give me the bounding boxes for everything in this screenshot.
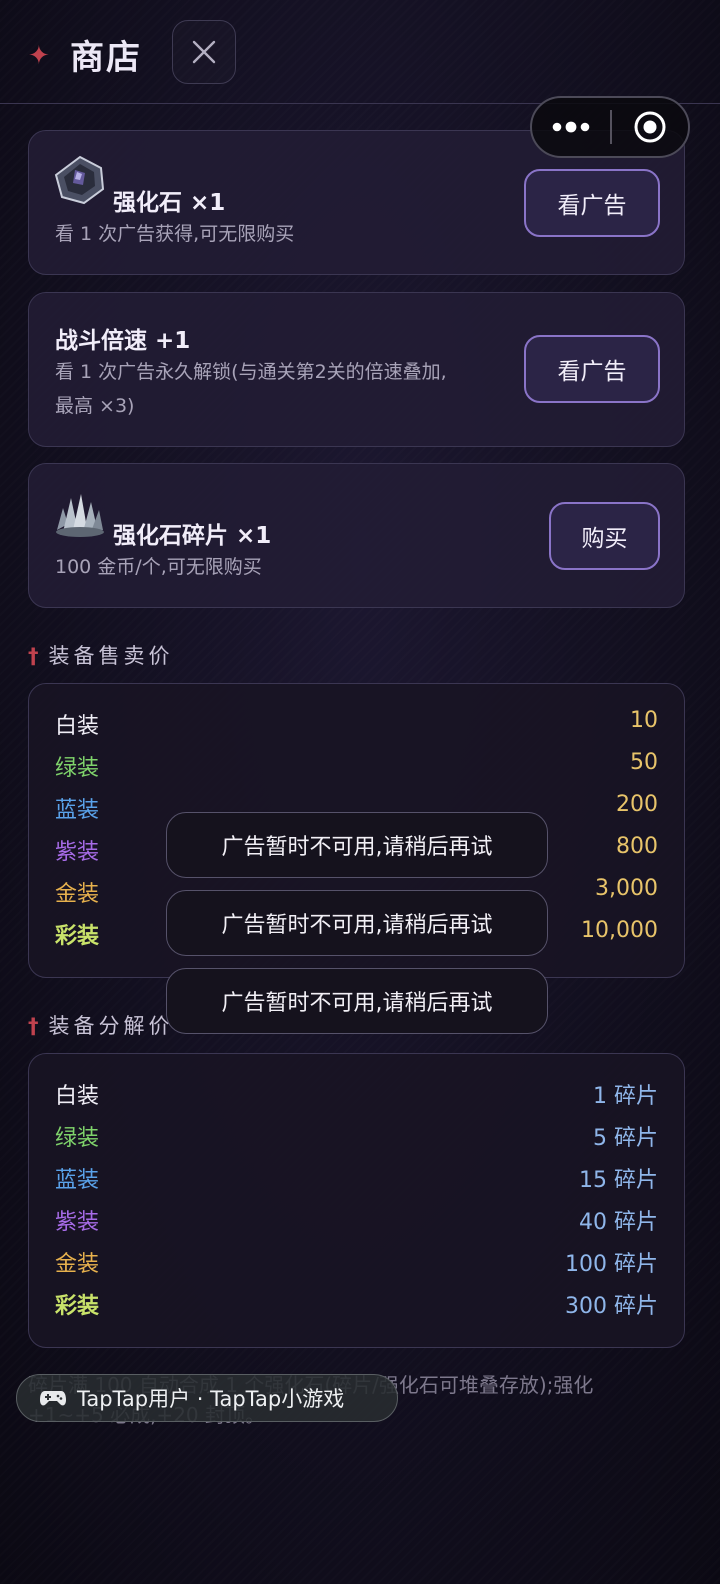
tier-value: 10,000 — [581, 918, 658, 943]
item-description: 看 1 次广告永久解锁(与通关第2关的倍速叠加, — [55, 361, 447, 383]
tier-label: 紫装 — [55, 1210, 100, 1235]
exit-miniprogram-button[interactable] — [612, 98, 688, 156]
tier-value: 10 — [630, 708, 658, 733]
taptap-user-badge[interactable]: TapTap用户 · TapTap小游戏 — [16, 1374, 398, 1422]
item-description: 看 1 次广告获得,可无限购买 — [55, 223, 295, 245]
shop-header: ✦ 商店 — [0, 0, 720, 104]
tier-value: 50 — [630, 750, 658, 775]
table-row: 白装 1 碎片 — [55, 1078, 658, 1114]
tier-label: 白装 — [55, 714, 100, 739]
item-description-cont: 最高 ×3) — [55, 395, 135, 417]
watch-ad-button[interactable]: 看广告 — [524, 335, 660, 403]
dagger-icon: † — [28, 1014, 39, 1038]
tier-value: 100 碎片 — [565, 1252, 658, 1277]
tier-label: 蓝装 — [55, 798, 100, 823]
toast-message: 广告暂时不可用,请稍后再试 — [166, 890, 548, 956]
tier-value: 40 碎片 — [579, 1210, 658, 1235]
table-row: 彩装 300 碎片 — [55, 1288, 658, 1324]
decompose-price-heading: † 装备分解价 — [28, 1014, 174, 1038]
tier-label: 蓝装 — [55, 1168, 100, 1193]
gamepad-icon — [40, 1391, 66, 1406]
more-dots-icon — [552, 121, 590, 133]
table-row: 蓝装 15 碎片 — [55, 1162, 658, 1198]
item-description: 100 金币/个,可无限购买 — [55, 556, 262, 578]
tier-label: 紫装 — [55, 840, 100, 865]
tier-label: 绿装 — [55, 1126, 100, 1151]
tier-value: 200 — [616, 792, 658, 817]
tier-label: 彩装 — [55, 1294, 100, 1319]
shop-item-stone-fragment: 强化石碎片 ×1 100 金币/个,可无限购买 购买 — [28, 463, 685, 608]
table-row: 绿装 5 碎片 — [55, 1120, 658, 1156]
tier-label: 彩装 — [55, 924, 100, 949]
stone-fragment-icon — [56, 494, 104, 537]
tier-value: 15 碎片 — [579, 1168, 658, 1193]
tier-value: 300 碎片 — [565, 1294, 658, 1319]
tier-value: 5 碎片 — [593, 1126, 658, 1151]
tier-label: 白装 — [55, 1084, 100, 1109]
target-icon — [634, 111, 666, 143]
item-name: 战斗倍速 +1 — [55, 328, 191, 354]
tier-label: 金装 — [55, 882, 100, 907]
close-icon — [192, 40, 216, 64]
tier-label: 金装 — [55, 1252, 100, 1277]
dagger-icon: † — [28, 644, 39, 668]
table-row: 紫装 40 碎片 — [55, 1204, 658, 1240]
table-row: 金装 100 碎片 — [55, 1246, 658, 1282]
toast-message: 广告暂时不可用,请稍后再试 — [166, 812, 548, 878]
decompose-price-table: 白装 1 碎片 绿装 5 碎片 蓝装 15 碎片 紫装 40 碎片 金装 100… — [28, 1053, 685, 1348]
more-options-button[interactable] — [532, 98, 610, 156]
buy-button[interactable]: 购买 — [549, 502, 660, 570]
watch-ad-button[interactable]: 看广告 — [524, 169, 660, 237]
miniprogram-capsule — [530, 96, 690, 158]
sparkle-icon: ✦ — [28, 41, 50, 71]
item-name: 强化石碎片 ×1 — [113, 523, 272, 549]
toast-message: 广告暂时不可用,请稍后再试 — [166, 968, 548, 1034]
close-button[interactable] — [172, 20, 236, 84]
tier-value: 1 碎片 — [593, 1084, 658, 1109]
tier-value: 800 — [616, 834, 658, 859]
tier-label: 绿装 — [55, 756, 100, 781]
enhance-stone-icon — [54, 155, 105, 205]
shop-item-battle-speed: 战斗倍速 +1 看 1 次广告永久解锁(与通关第2关的倍速叠加, 最高 ×3) … — [28, 292, 685, 447]
table-row: 绿装 50 — [55, 750, 658, 786]
tier-value: 3,000 — [595, 876, 658, 901]
page-title: 商店 — [70, 38, 142, 78]
sell-price-heading: † 装备售卖价 — [28, 644, 174, 668]
table-row: 白装 10 — [55, 708, 658, 744]
item-name: 强化石 ×1 — [113, 190, 226, 216]
taptap-label: TapTap用户 · TapTap小游戏 — [77, 1387, 345, 1411]
